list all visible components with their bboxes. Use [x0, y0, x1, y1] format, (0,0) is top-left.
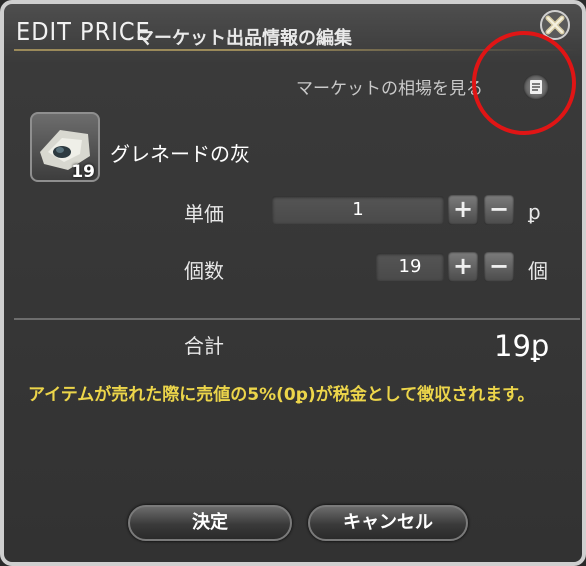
item-name: グレネードの灰: [110, 142, 250, 166]
total-label: 合計: [184, 334, 224, 358]
window-subtitle: マーケット出品情報の編集: [136, 28, 352, 49]
quantity-label: 個数: [184, 259, 224, 283]
quantity-minus-button[interactable]: −: [484, 252, 514, 282]
unit-price-currency: ꝑ: [528, 200, 541, 224]
quantity-input[interactable]: 19: [376, 253, 444, 281]
unit-price-minus-button[interactable]: −: [484, 195, 514, 225]
section-divider: [14, 318, 580, 320]
unit-price-label: 単価: [184, 202, 224, 226]
total-value: 19ꝑ: [494, 329, 550, 363]
tax-notice: アイテムが売れた際に売値の5%(0ꝑ)が税金として徴収されます。: [28, 385, 535, 405]
highlight-annotation-circle: [472, 31, 576, 135]
market-price-link[interactable]: マーケットの相場を見る: [296, 74, 483, 99]
quantity-plus-button[interactable]: +: [448, 252, 478, 282]
item-icon[interactable]: 19: [30, 112, 100, 182]
confirm-button[interactable]: 決定: [128, 505, 292, 541]
quantity-unit: 個: [528, 259, 548, 283]
unit-price-plus-button[interactable]: +: [448, 195, 478, 225]
unit-price-input[interactable]: 1: [272, 196, 444, 224]
cancel-button[interactable]: キャンセル: [308, 505, 468, 541]
window-title: EDIT PRICE: [16, 17, 151, 46]
item-stack-count: 19: [71, 162, 95, 182]
